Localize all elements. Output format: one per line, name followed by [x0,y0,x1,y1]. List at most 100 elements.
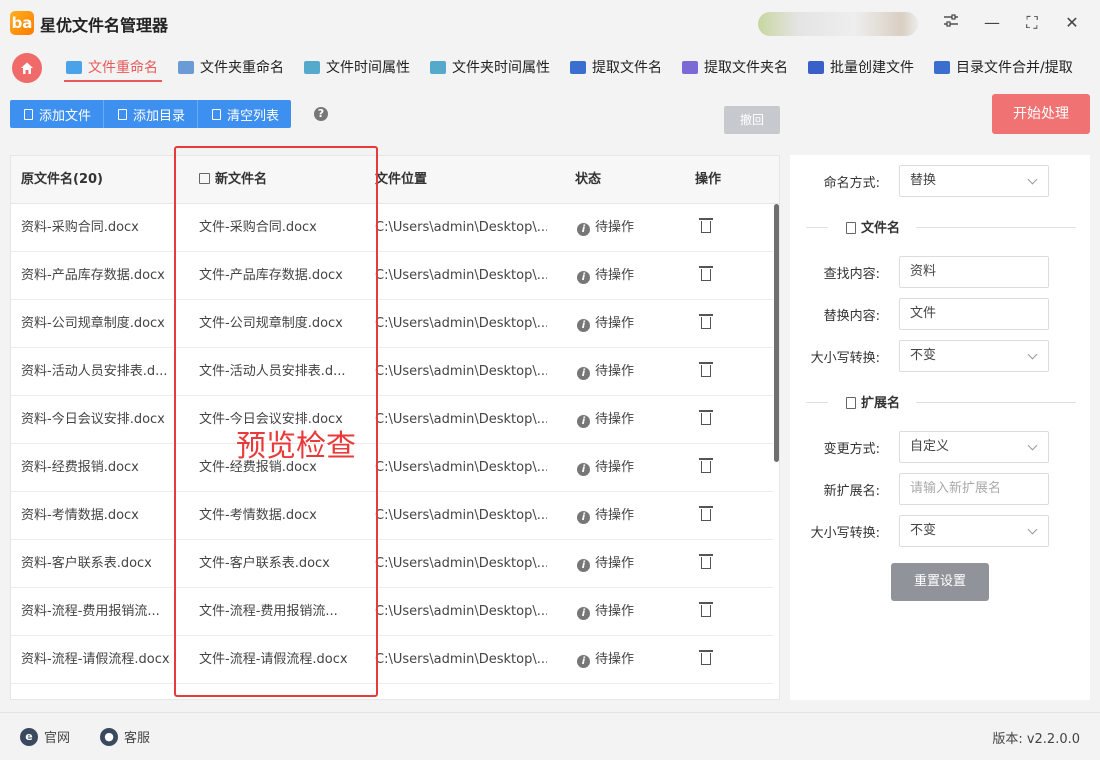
add-dir-button[interactable]: 添加目录 [104,100,199,128]
user-avatar[interactable] [758,12,918,36]
status-text: 待操作 [595,604,635,619]
website-label: 官网 [44,731,71,746]
delete-icon[interactable] [699,266,713,282]
info-icon: i [577,319,590,332]
new-name-cell: 文件-活动人员安排表.d... [199,364,346,379]
support-link[interactable]: ● 客服 [100,727,150,746]
add-file-button[interactable]: 添加文件 [10,100,105,128]
help-icon[interactable]: ? [314,107,328,121]
reset-button[interactable]: 重置设置 [891,563,989,601]
case-select[interactable]: 不变 [899,340,1049,372]
tab-extract-foldername[interactable]: 提取文件夹名 [682,56,788,78]
status-cell: i 待操作 [577,492,667,540]
status-cell: i 待操作 [577,348,667,396]
change-mode-select[interactable]: 自定义 [899,431,1049,463]
close-button[interactable]: ✕ [1058,10,1086,36]
table-scrollbar[interactable] [774,204,779,462]
file-table: 原文件名(20) 新文件名 文件位置 状态 操作 资料-采购合同.docx 文件-… [10,155,780,700]
table-row[interactable]: 资料-公司规章制度.docx 文件-公司规章制度.docx C:\Users\adm… [11,300,773,348]
table-row[interactable]: 资料-流程-费用报销流... 文件-流程-费用报销流... C:\Users\adm… [11,588,773,636]
replace-input[interactable]: 文件 [899,298,1049,330]
active-tab-indicator [64,80,162,82]
naming-mode-select[interactable]: 替换 [899,165,1049,197]
delete-icon[interactable] [699,362,713,378]
delete-icon[interactable] [699,314,713,330]
info-icon: i [577,511,590,524]
tab-folder-time[interactable]: 文件夹时间属性 [430,56,550,78]
find-input[interactable]: 资料 [899,256,1049,288]
tab-file-time[interactable]: 文件时间属性 [304,56,410,78]
delete-icon[interactable] [699,410,713,426]
filename-section-title: 文件名 [846,217,900,236]
status-cell: i 待操作 [577,252,667,300]
app-logo: ba [10,11,34,35]
status-cell: i 待操作 [577,300,667,348]
status-cell: i 待操作 [577,636,667,684]
location-cell: C:\Users\admin\Desktop\... [375,364,547,379]
delete-icon[interactable] [699,458,713,474]
delete-icon[interactable] [699,650,713,666]
maximize-button[interactable]: ⛶ [1018,10,1046,36]
status-cell: i 待操作 [577,204,667,252]
header-action: 操作 [695,172,722,187]
table-row[interactable]: 资料-采购合同.docx 文件-采购合同.docx C:\Users\admin\D… [11,204,773,252]
info-icon: i [577,271,590,284]
new-name-cell: 文件-考情数据.docx [199,508,317,523]
table-row[interactable]: 资料-客户联系表.docx 文件-客户联系表.docx C:\Users\admin… [11,540,773,588]
file-actions: 添加文件 添加目录 清空列表 [10,100,292,128]
ext-case-label: 大小写转换: [810,526,880,541]
ext-case-select[interactable]: 不变 [899,515,1049,547]
tab-label: 提取文件夹名 [704,60,788,76]
minimize-button[interactable]: — [978,10,1006,36]
website-link[interactable]: e 官网 [20,727,70,746]
app-title: 星优文件名管理器 [40,16,169,35]
tab-label: 文件时间属性 [326,60,410,76]
settings-panel: 命名方式: 替换 文件名 查找内容: 资料 替换内容: 文件 大小写转换: 不变… [790,155,1090,700]
trash-icon [212,108,222,120]
tab-label: 提取文件名 [592,60,662,76]
support-label: 客服 [124,731,151,746]
table-row[interactable]: 资料-活动人员安排表.d... 文件-活动人员安排表.d... C:\Users\a… [11,348,773,396]
home-button[interactable] [12,53,42,83]
tab-folder-rename[interactable]: 文件夹重命名 [178,56,284,78]
chevron-down-icon [1027,524,1038,535]
new-name-cell: 文件-流程-费用报销流... [199,604,338,619]
status-text: 待操作 [595,508,635,523]
delete-icon[interactable] [699,506,713,522]
delete-icon[interactable] [699,218,713,234]
chevron-down-icon [1027,174,1038,185]
tab-file-rename[interactable]: 文件重命名 [66,56,158,78]
version-text: 版本: v2.2.0.0 [992,732,1080,747]
table-header: 原文件名(20) 新文件名 文件位置 状态 操作 [11,156,779,204]
header-status: 状态 [575,172,602,187]
main-nav: 文件重命名 文件夹重命名 文件时间属性 文件夹时间属性 提取文件名 提取文件夹名… [0,46,1100,86]
original-name-cell: 资料-流程-请假流程.docx [21,652,170,667]
title-bar: ba 星优文件名管理器 — ⛶ ✕ [0,0,1100,46]
undo-button[interactable]: 撤回 [724,106,780,134]
new-ext-input[interactable]: 请输入新扩展名 [899,473,1049,505]
table-row[interactable]: 资料-流程-请假流程.docx 文件-流程-请假流程.docx C:\Users\a… [11,636,773,684]
table-row[interactable]: 资料-经费报销.docx 文件-经费报销.docx C:\Users\admin\D… [11,444,773,492]
table-row[interactable]: 资料-产品库存数据.docx 文件-产品库存数据.docx C:\Users\adm… [11,252,773,300]
new-name-cell: 文件-客户联系表.docx [199,556,330,571]
original-name-cell: 资料-客户联系表.docx [21,556,152,571]
tab-batch-create[interactable]: 批量创建文件 [808,56,914,78]
table-row[interactable]: 资料-今日会议安排.docx 文件-今日会议安排.docx C:\Users\adm… [11,396,773,444]
original-name-cell: 资料-活动人员安排表.d... [21,364,168,379]
replace-label: 替换内容: [823,309,880,324]
original-name-cell: 资料-公司规章制度.docx [21,316,165,331]
new-name-cell: 文件-公司规章制度.docx [199,316,343,331]
start-button[interactable]: 开始处理 [992,94,1090,134]
tab-merge-extract[interactable]: 目录文件合并/提取 [934,56,1073,78]
delete-icon[interactable] [699,602,713,618]
clear-list-button[interactable]: 清空列表 [198,100,292,128]
location-cell: C:\Users\admin\Desktop\... [375,604,547,619]
delete-icon[interactable] [699,554,713,570]
table-row[interactable]: 资料-考情数据.docx 文件-考情数据.docx C:\Users\admin\D… [11,492,773,540]
filename-section-label: 文件名 [861,221,901,236]
original-name-cell: 资料-流程-费用报销流... [21,604,160,619]
sliders-icon[interactable] [937,10,965,36]
extension-section-label: 扩展名 [861,396,901,411]
tab-extract-filename[interactable]: 提取文件名 [570,56,662,78]
chevron-down-icon [1027,440,1038,451]
